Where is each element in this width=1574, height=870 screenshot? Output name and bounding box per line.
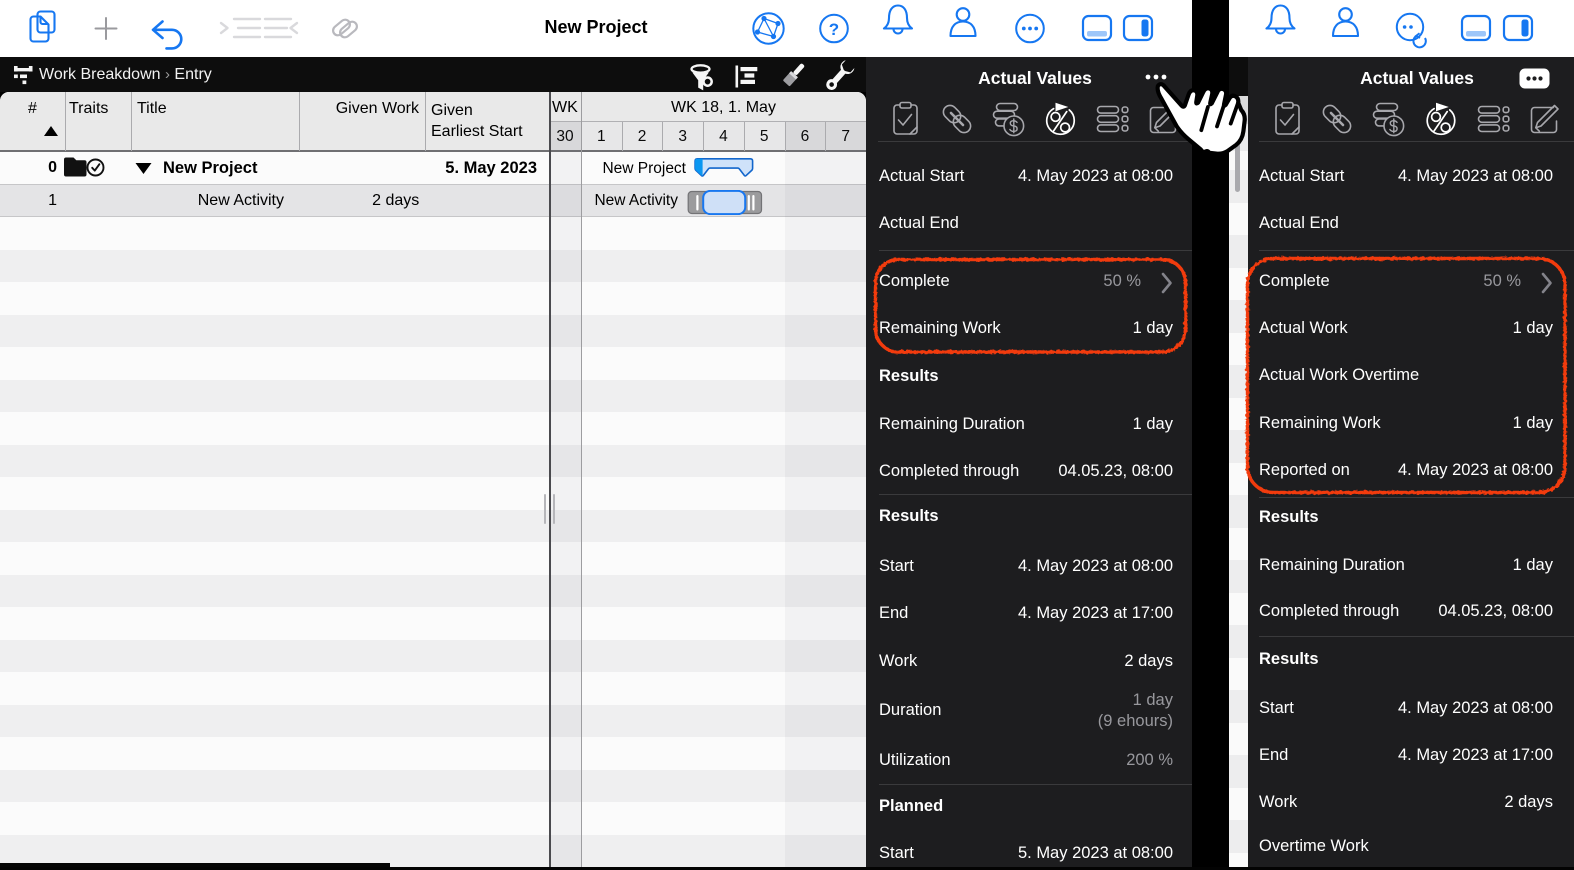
svg-text:?: ? xyxy=(829,20,839,39)
